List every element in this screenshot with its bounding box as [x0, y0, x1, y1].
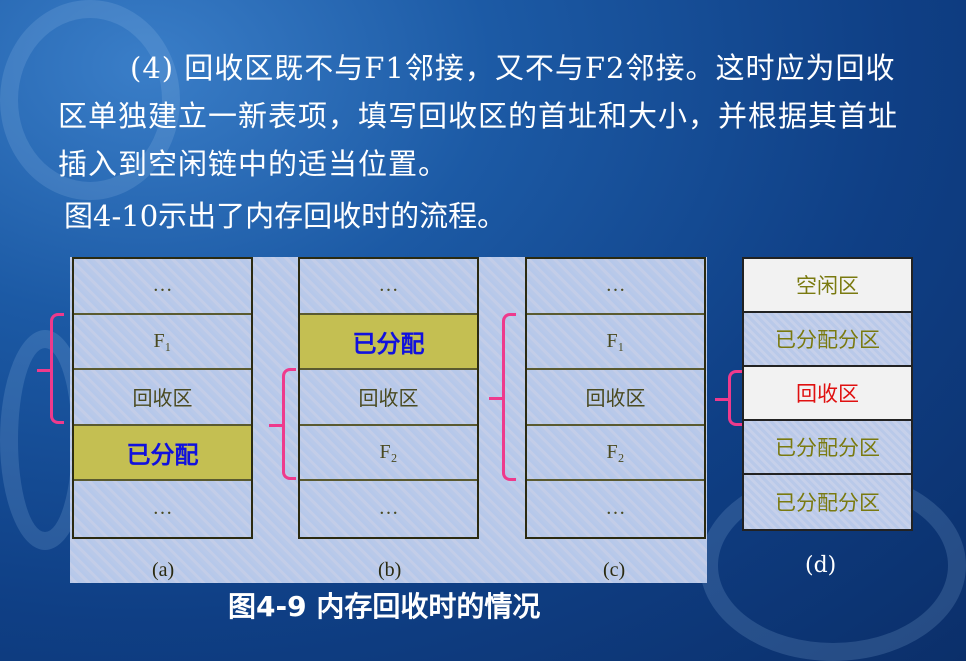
figure-panel: … F₁ 回收区 已分配 … … 已分配 回收区 F₂ … … F₁ 回收区 F… — [70, 257, 707, 583]
cell: … — [74, 259, 251, 315]
cell-allocated: 已分配 — [74, 425, 251, 481]
cell: F₂ — [527, 426, 704, 481]
label-b: (b) — [378, 559, 402, 581]
column-c: … F₁ 回收区 F₂ … — [525, 257, 706, 539]
cell-allocated: 已分配分区 — [744, 421, 911, 475]
column-b: … 已分配 回收区 F₂ … — [298, 257, 479, 539]
brace-d — [715, 370, 742, 426]
cell: … — [152, 497, 173, 520]
cell: F₁ — [74, 315, 251, 370]
cell: 回收区 — [527, 370, 704, 426]
cell-allocated: 已分配分区 — [744, 313, 911, 367]
cell: 回收区 — [300, 370, 477, 426]
intro-text: 图4-10示出了内存回收时的流程。 — [64, 199, 507, 233]
cell-free: 空闲区 — [744, 259, 911, 313]
figure-caption: 图4-9 内存回收时的情况 — [228, 590, 541, 623]
brace-a — [37, 313, 64, 424]
cell: 回收区 — [74, 370, 251, 426]
label-d: (d) — [805, 553, 837, 578]
brace-b — [269, 368, 296, 480]
label-a: (a) — [152, 559, 175, 581]
cell-allocated: 已分配分区 — [744, 475, 911, 529]
column-a: … F₁ 回收区 已分配 … — [72, 257, 253, 539]
cell-allocated: 已分配 — [300, 314, 477, 370]
cell: F₁ — [527, 315, 704, 370]
cell: … — [378, 497, 399, 520]
cell: F₂ — [300, 426, 477, 481]
cell: … — [605, 497, 626, 520]
cell-recycle: 回收区 — [744, 367, 911, 421]
column-d: 空闲区 已分配分区 回收区 已分配分区 已分配分区 — [742, 257, 913, 531]
cell: … — [300, 259, 477, 315]
label-c: (c) — [603, 559, 626, 581]
paragraph: (4) 回收区既不与F1邻接，又不与F2邻接。这时应为回收区单独建立一新表项，填… — [58, 51, 899, 181]
brace-c — [489, 313, 516, 481]
cell: … — [527, 259, 704, 315]
